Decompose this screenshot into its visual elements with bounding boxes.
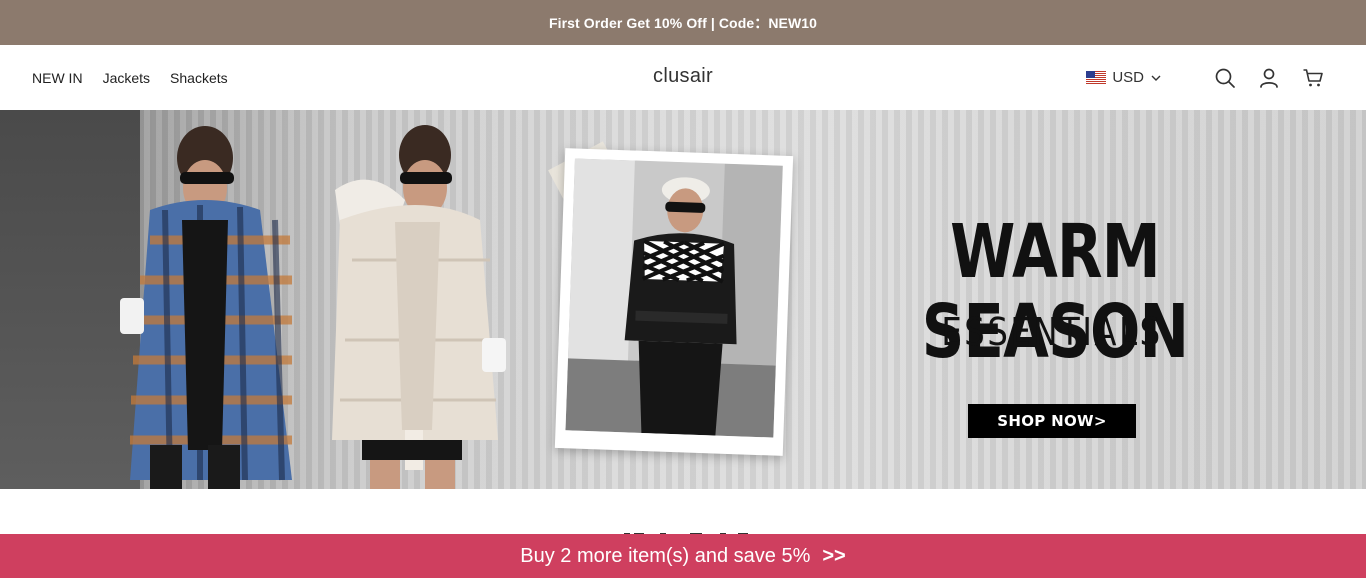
promo-text: Buy 2 more item(s) and save 5% bbox=[520, 544, 811, 567]
promo-arrows: >> bbox=[822, 544, 846, 567]
announcement-bar: First Order Get 10% Off | Code：NEW10 bbox=[0, 0, 1366, 45]
chevron-down-icon bbox=[1151, 75, 1161, 81]
currency-selector[interactable]: USD bbox=[1086, 69, 1162, 86]
announcement-text: First Order Get 10% Off | Code：NEW10 bbox=[548, 14, 818, 31]
main-nav: NEW IN Jackets Shackets bbox=[32, 45, 228, 110]
hero-subheadline: ESSENTIALS bbox=[941, 310, 1163, 354]
cart-icon[interactable] bbox=[1302, 67, 1324, 89]
header-tools: USD bbox=[1086, 45, 1324, 110]
us-flag-icon bbox=[1086, 71, 1107, 84]
search-icon[interactable] bbox=[1214, 67, 1236, 89]
nav-item-jackets[interactable]: Jackets bbox=[103, 70, 150, 86]
nav-item-new-in[interactable]: NEW IN bbox=[32, 70, 83, 86]
hero-models-image bbox=[120, 125, 506, 489]
hero-banner[interactable]: WARM SEASON ESSENTIALS SHOP NOW> bbox=[0, 110, 1366, 489]
content-area bbox=[0, 489, 1366, 539]
currency-label: USD bbox=[1112, 69, 1144, 86]
promo-bar[interactable]: Buy 2 more item(s) and save 5% >> bbox=[0, 534, 1366, 578]
site-header: NEW IN Jackets Shackets clusair USD bbox=[0, 45, 1366, 110]
polaroid-image bbox=[565, 158, 783, 438]
account-icon[interactable] bbox=[1258, 67, 1280, 89]
shop-now-button[interactable]: SHOP NOW> bbox=[968, 404, 1136, 438]
nav-item-shackets[interactable]: Shackets bbox=[170, 70, 228, 86]
polaroid-photo bbox=[554, 148, 794, 456]
logo[interactable]: clusair bbox=[653, 65, 713, 87]
